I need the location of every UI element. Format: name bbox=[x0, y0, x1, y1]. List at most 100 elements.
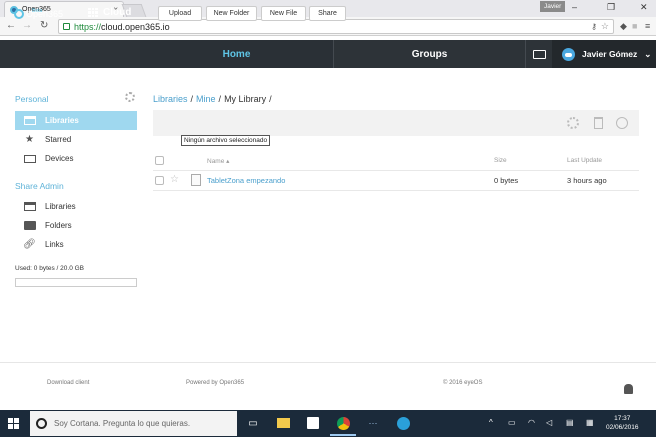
breadcrumb-mine[interactable]: Mine bbox=[196, 94, 216, 104]
cortana-icon bbox=[36, 418, 47, 429]
action-center-icon[interactable]: ▤ bbox=[566, 418, 574, 427]
telegram-icon[interactable] bbox=[396, 416, 410, 430]
chat-icon bbox=[532, 49, 546, 59]
file-explorer-icon[interactable] bbox=[276, 416, 290, 430]
key-icon[interactable]: ⚷ bbox=[591, 22, 597, 31]
history-clock-icon[interactable] bbox=[616, 117, 628, 129]
library-icon bbox=[23, 115, 36, 126]
apps-menu-label: Cloud bbox=[103, 7, 132, 18]
address-bar[interactable]: https://cloud.open365.io ⚷ ☆ bbox=[58, 19, 614, 34]
sidebar-item-label: Folders bbox=[45, 221, 72, 230]
beta-badge: Beta bbox=[32, 8, 43, 14]
star-icon: ★ bbox=[25, 134, 34, 145]
upload-tooltip: Ningún archivo seleccionado bbox=[181, 135, 271, 146]
cortana-placeholder: Soy Cortana. Pregunta lo que quieras. bbox=[54, 419, 191, 428]
network-app-icon[interactable]: ⋯ bbox=[366, 416, 380, 430]
wifi-icon[interactable]: ◠ bbox=[528, 418, 535, 427]
user-menu[interactable]: Javier Gómez ⌄ bbox=[552, 40, 656, 68]
chrome-icon[interactable] bbox=[330, 416, 356, 436]
breadcrumb-current: My Library bbox=[224, 94, 267, 104]
footer-divider bbox=[0, 362, 656, 363]
apps-menu-button[interactable]: Cloud bbox=[88, 7, 131, 18]
copyright-text: © 2016 eyeOS bbox=[443, 380, 483, 386]
download-client-link[interactable]: Download client bbox=[47, 380, 89, 386]
keyboard-icon[interactable]: ▦ bbox=[586, 418, 594, 427]
browser-profile-chip[interactable]: Javier bbox=[540, 1, 566, 12]
personal-heading: Personal bbox=[15, 94, 49, 104]
file-updated: 3 hours ago bbox=[567, 176, 607, 185]
row-checkbox[interactable] bbox=[155, 176, 164, 185]
monitor-icon bbox=[23, 153, 36, 164]
reload-icon[interactable]: ↻ bbox=[40, 20, 48, 31]
row-divider bbox=[153, 190, 639, 191]
breadcrumb-separator: / bbox=[269, 94, 272, 104]
secure-lock-icon bbox=[63, 23, 70, 30]
tray-chevron-up-icon[interactable]: ^ bbox=[489, 418, 493, 427]
file-size: 0 bytes bbox=[494, 176, 519, 185]
share-admin-heading: Share Admin bbox=[15, 181, 64, 191]
personal-settings-gear-icon[interactable] bbox=[125, 92, 135, 102]
windows-start-icon[interactable] bbox=[8, 418, 19, 429]
breadcrumb: Libraries / Mine / My Library / bbox=[153, 94, 272, 104]
sidebar-item-folders[interactable]: Folders bbox=[15, 216, 137, 235]
trash-icon[interactable] bbox=[594, 117, 603, 129]
volume-icon[interactable]: ◁ bbox=[546, 418, 552, 427]
link-icon: 🔗︎ bbox=[23, 239, 36, 250]
logo-ring-icon bbox=[14, 9, 24, 19]
settings-gear-icon[interactable] bbox=[567, 117, 579, 129]
sidebar-item-label: Devices bbox=[45, 154, 74, 163]
back-arrow-icon[interactable]: ← bbox=[6, 20, 16, 31]
breadcrumb-separator: / bbox=[190, 94, 194, 104]
chevron-down-icon: ⌄ bbox=[644, 48, 652, 59]
column-header-last-update: Last Update bbox=[567, 157, 603, 164]
chat-button[interactable] bbox=[525, 40, 552, 68]
restore-icon[interactable]: ❐ bbox=[607, 2, 615, 13]
cortana-search-box[interactable]: Soy Cortana. Pregunta lo que quieras. bbox=[30, 411, 237, 436]
sidebar-item-label: Starred bbox=[45, 135, 72, 144]
new-file-button[interactable]: New File bbox=[261, 6, 306, 21]
taskbar-clock[interactable]: 17:37 02/06/2016 bbox=[606, 414, 639, 432]
file-icon bbox=[191, 174, 201, 186]
library-icon bbox=[23, 201, 36, 212]
share-button[interactable]: Share bbox=[309, 6, 346, 21]
nav-groups-tab[interactable]: Groups bbox=[333, 40, 525, 68]
nav-home-tab[interactable]: Home bbox=[140, 40, 333, 68]
clock-time: 17:37 bbox=[614, 415, 631, 422]
header-divider bbox=[153, 170, 639, 171]
store-icon[interactable] bbox=[306, 416, 320, 430]
cloud-avatar-icon bbox=[562, 47, 575, 61]
notification-bell-icon[interactable] bbox=[624, 384, 633, 394]
sidebar-item-libraries[interactable]: Libraries bbox=[15, 111, 137, 130]
file-name-link[interactable]: TabletZona empezando bbox=[207, 176, 285, 185]
select-all-checkbox[interactable] bbox=[155, 156, 164, 165]
sidebar-item-links[interactable]: 🔗︎ Links bbox=[15, 235, 137, 254]
windows-taskbar: Soy Cortana. Pregunta lo que quieras. ▭ … bbox=[0, 410, 656, 437]
clock-date: 02/06/2016 bbox=[606, 424, 639, 431]
powered-by-text: Powered by Open365 bbox=[186, 380, 245, 386]
breadcrumb-libraries[interactable]: Libraries bbox=[153, 94, 188, 104]
column-header-name[interactable]: Name ▴ bbox=[207, 157, 229, 165]
upload-button[interactable]: Upload bbox=[158, 6, 202, 21]
close-window-icon[interactable]: ✕ bbox=[640, 2, 648, 13]
extension-icon[interactable]: ◆ bbox=[620, 21, 627, 32]
user-name: Javier Gómez bbox=[582, 49, 638, 59]
grid-icon bbox=[88, 7, 98, 18]
breadcrumb-separator: / bbox=[218, 94, 222, 104]
extension-b-icon[interactable]: ■ bbox=[632, 21, 637, 31]
sidebar-item-starred[interactable]: ★ Starred bbox=[15, 130, 137, 149]
task-view-icon[interactable]: ▭ bbox=[246, 416, 260, 430]
star-outline-icon[interactable]: ☆ bbox=[170, 174, 179, 185]
minimize-icon[interactable]: ‒ bbox=[572, 2, 577, 12]
storage-usage-bar bbox=[15, 278, 137, 287]
bookmark-star-icon[interactable]: ☆ bbox=[601, 21, 609, 32]
menu-icon[interactable]: ≡ bbox=[645, 21, 650, 31]
storage-usage-text: Used: 0 bytes / 20.0 GB bbox=[15, 265, 85, 272]
battery-icon[interactable]: ▭ bbox=[508, 418, 516, 427]
forward-arrow-icon[interactable]: → bbox=[22, 20, 32, 31]
sidebar-item-label: Libraries bbox=[45, 202, 76, 211]
sidebar-item-label: Libraries bbox=[45, 116, 79, 125]
column-header-size: Size bbox=[494, 157, 507, 164]
sidebar-item-admin-libraries[interactable]: Libraries bbox=[15, 197, 137, 216]
new-folder-button[interactable]: New Folder bbox=[206, 6, 257, 21]
sidebar-item-devices[interactable]: Devices bbox=[15, 149, 137, 168]
